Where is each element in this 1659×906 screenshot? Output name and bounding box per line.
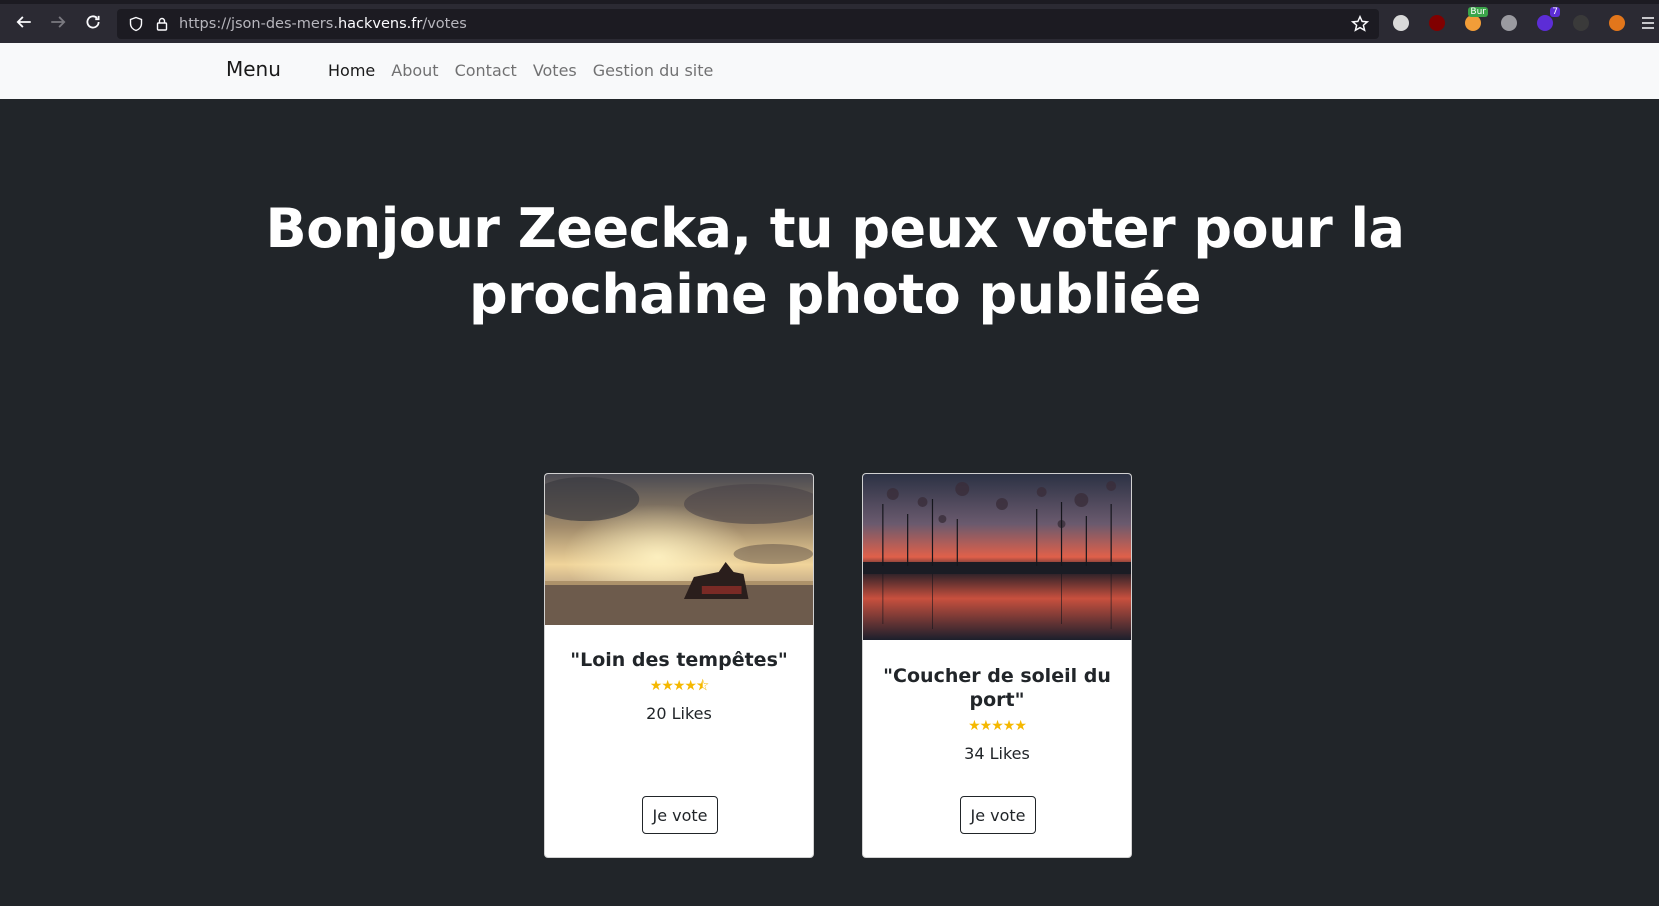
fox-icon[interactable] bbox=[1604, 10, 1630, 36]
hat-icon-glyph bbox=[1573, 15, 1589, 31]
url-path: /votes bbox=[422, 16, 467, 32]
page-title: Bonjour Zeecka, tu peux voter pour la pr… bbox=[265, 197, 1405, 326]
url-prefix: https://json-des-mers. bbox=[179, 16, 338, 32]
hat-icon[interactable] bbox=[1568, 10, 1594, 36]
mask-icon[interactable] bbox=[1388, 10, 1414, 36]
nav-link-home[interactable]: Home bbox=[328, 61, 375, 80]
url-host: hackvens.fr bbox=[337, 16, 423, 32]
diamond-icon-glyph bbox=[1501, 15, 1517, 31]
bookmark-star-icon[interactable] bbox=[1351, 15, 1369, 33]
url-bar[interactable]: https://json-des-mers.hackvens.fr/votes bbox=[117, 9, 1379, 39]
mask-icon-glyph bbox=[1393, 15, 1409, 31]
burp-icon[interactable]: Bur bbox=[1460, 7, 1488, 36]
likes-count: 20 Likes bbox=[646, 704, 712, 723]
url-text: https://json-des-mers.hackvens.fr/votes bbox=[179, 16, 467, 32]
harbor-sunset-image bbox=[863, 474, 1131, 640]
burp-icon-glyph bbox=[1465, 15, 1481, 31]
photo-card: "Coucher de soleil du port" ★★★★★ 34 Lik… bbox=[862, 473, 1132, 858]
fox-icon-glyph bbox=[1609, 15, 1625, 31]
diamond-icon[interactable] bbox=[1496, 10, 1522, 36]
reload-icon bbox=[86, 15, 100, 29]
menu-hamburger-icon[interactable] bbox=[1641, 16, 1655, 30]
star-rating-icon: ★★★★⯪ bbox=[649, 678, 709, 694]
site-navbar: Menu Home About Contact Votes Gestion du… bbox=[0, 43, 1659, 99]
reload-button[interactable] bbox=[75, 4, 111, 40]
ship-sunset-image bbox=[545, 474, 813, 625]
extension-badge: Bur bbox=[1468, 7, 1488, 17]
arrow-left-icon bbox=[16, 16, 31, 28]
ublock-icon[interactable] bbox=[1424, 10, 1450, 36]
forward-button[interactable] bbox=[40, 4, 76, 40]
nav-link-contact[interactable]: Contact bbox=[455, 61, 517, 80]
likes-count: 34 Likes bbox=[964, 744, 1030, 763]
navbar-brand[interactable]: Menu bbox=[226, 57, 281, 81]
nav-link-votes[interactable]: Votes bbox=[533, 61, 577, 80]
puzzle-icon[interactable]: 7 bbox=[1532, 7, 1560, 36]
photo-card: "Loin des tempêtes" ★★★★⯪ 20 Likes Je vo… bbox=[544, 473, 814, 858]
nav-link-gestion[interactable]: Gestion du site bbox=[593, 61, 714, 80]
ublock-icon-glyph bbox=[1429, 15, 1445, 31]
lock-icon[interactable] bbox=[153, 15, 171, 33]
card-title: "Loin des tempêtes" bbox=[570, 649, 788, 671]
vote-button[interactable]: Je vote bbox=[642, 796, 718, 834]
nav-link-about[interactable]: About bbox=[391, 61, 438, 80]
arrow-right-icon bbox=[51, 16, 66, 28]
puzzle-icon-glyph bbox=[1537, 15, 1553, 31]
star-rating-icon: ★★★★★ bbox=[968, 718, 1027, 734]
browser-toolbar: https://json-des-mers.hackvens.fr/votes … bbox=[0, 0, 1659, 43]
nav-links: Home About Contact Votes Gestion du site bbox=[328, 61, 713, 80]
card-title: "Coucher de soleil du port" bbox=[883, 665, 1111, 711]
shield-icon[interactable] bbox=[127, 15, 145, 33]
back-button[interactable] bbox=[6, 4, 42, 40]
extension-icons: Bur 7 bbox=[1388, 7, 1630, 36]
vote-button[interactable]: Je vote bbox=[960, 796, 1036, 834]
extension-badge: 7 bbox=[1550, 7, 1560, 17]
